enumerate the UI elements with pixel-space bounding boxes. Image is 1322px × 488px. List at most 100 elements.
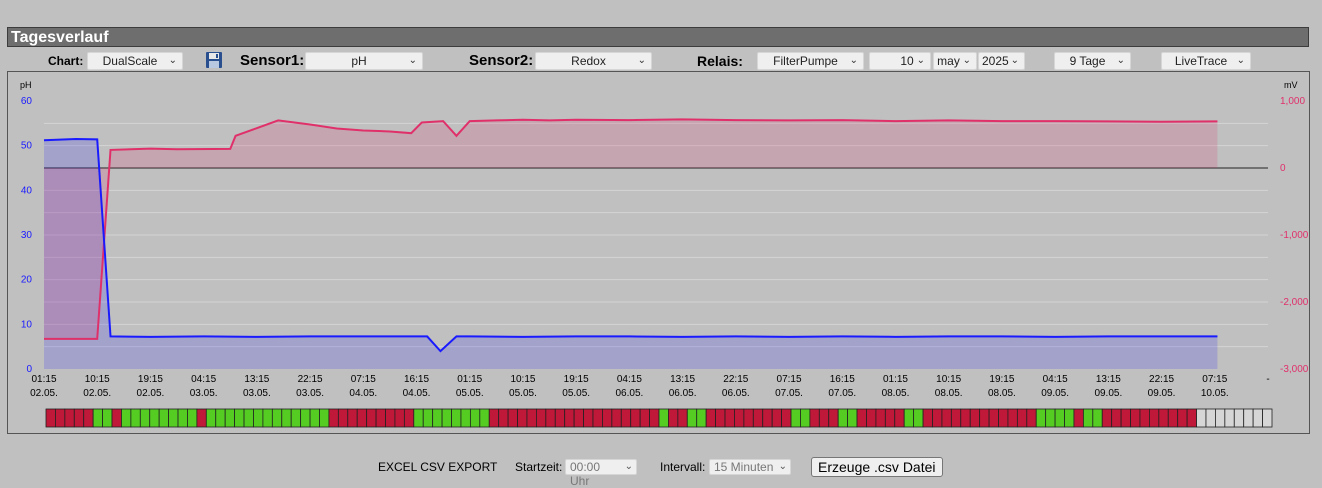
relay-state-cell — [1252, 408, 1263, 428]
relay-state-cell — [375, 408, 386, 428]
x-tick-date: 03.05. — [190, 388, 218, 399]
relay-state-cell — [1054, 408, 1065, 428]
x-tick-time: 01:15 — [883, 374, 908, 385]
relay-state-cell — [149, 408, 160, 428]
month-select[interactable]: may ⌄ — [933, 52, 977, 70]
x-tick-date: 06.05. — [722, 388, 750, 399]
relay-state-cell — [366, 408, 377, 428]
x-tick-time: 16:15 — [830, 374, 855, 385]
relay-state-cell — [441, 408, 452, 428]
chevron-down-icon: ⌄ — [916, 55, 925, 66]
relay-state-cell — [385, 408, 396, 428]
x-tick-date: 10.05. — [1201, 388, 1229, 399]
relay-state-cell — [1092, 408, 1103, 428]
relay-state-cell — [592, 408, 603, 428]
relay-state-cell — [677, 408, 688, 428]
right-tick-label: 0 — [1280, 163, 1286, 174]
relay-state-cell — [488, 408, 500, 428]
chevron-down-icon: ⌄ — [168, 55, 177, 66]
relay-state-cell — [686, 408, 698, 428]
range-value: 9 Tage — [1069, 54, 1106, 68]
relay-state-cell — [271, 408, 283, 428]
day-select[interactable]: 10 ⌄ — [869, 52, 931, 70]
relay-state-cell — [602, 408, 613, 428]
x-tick-time: 01:15 — [31, 374, 56, 385]
relay-state-cell — [1101, 408, 1113, 428]
relay-state-cell — [422, 408, 434, 428]
relay-state-cell — [1196, 408, 1207, 428]
x-tick-time: 19:15 — [138, 374, 163, 385]
chevron-down-icon: ⌄ — [637, 55, 646, 66]
relay-state-cell — [913, 408, 924, 428]
chart-type-select[interactable]: DualScale ⌄ — [87, 52, 183, 70]
relay-state-cell — [715, 408, 726, 428]
start-time-value: 00:00 Uhr — [570, 460, 601, 488]
relay-state-cell — [1139, 408, 1150, 428]
dual-scale-chart[interactable]: pH mV0102030405060-3,000-2,000-1,00001,00… — [8, 72, 1309, 433]
left-axis-title: pH — [20, 80, 32, 90]
relay-state-cell — [969, 408, 981, 428]
x-tick-time: 16:15 — [404, 374, 429, 385]
relay-state-cell — [941, 408, 952, 428]
relais-select[interactable]: FilterPumpe ⌄ — [757, 52, 864, 70]
x-tick-date: 02.05. — [30, 388, 58, 399]
relay-state-cell — [205, 408, 217, 428]
x-tick-time: 19:15 — [989, 374, 1014, 385]
relay-state-cell — [828, 408, 839, 428]
relay-state-cell — [262, 408, 273, 428]
x-tick-date: 09.05. — [1094, 388, 1122, 399]
relay-state-cell — [630, 408, 641, 428]
relay-state-cell — [950, 408, 962, 428]
relay-state-cell — [884, 408, 896, 428]
relay-state-cell — [92, 408, 103, 428]
relay-state-cell — [903, 408, 915, 428]
sensor1-select[interactable]: pH ⌄ — [305, 52, 423, 70]
relay-state-cell — [1045, 408, 1056, 428]
relay-state-cell — [168, 408, 179, 428]
relay-state-cell — [847, 408, 858, 428]
relay-state-cell — [55, 408, 66, 428]
sensor2-select[interactable]: Redox ⌄ — [535, 52, 652, 70]
left-tick-label: 60 — [21, 96, 33, 107]
relay-state-cell — [564, 408, 575, 428]
relay-state-cell — [545, 408, 556, 428]
relay-state-cell — [649, 408, 660, 428]
relay-state-cell — [734, 408, 745, 428]
relay-state-cell — [1082, 408, 1094, 428]
right-tick-label: 1,000 — [1280, 96, 1305, 107]
relay-state-cell — [83, 408, 94, 428]
relay-state-cell — [988, 408, 999, 428]
x-tick-date: 08.05. — [935, 388, 963, 399]
x-tick-time: 22:15 — [723, 374, 748, 385]
save-icon[interactable] — [205, 51, 223, 69]
relay-state-cell — [658, 408, 669, 428]
x-tick-date: 08.05. — [882, 388, 910, 399]
relay-state-cell — [451, 408, 462, 428]
x-tick-time: 13:15 — [244, 374, 269, 385]
left-tick-label: 30 — [21, 230, 33, 241]
interval-select[interactable]: 15 Minuten ⌄ — [709, 459, 791, 475]
relay-state-cell — [781, 408, 792, 428]
relay-state-cell — [64, 408, 75, 428]
chart-type-label: Chart: — [48, 54, 84, 68]
x-tick-date: 05.05. — [562, 388, 590, 399]
x-tick-date: 07.05. — [828, 388, 856, 399]
sensor2-value: Redox — [571, 54, 606, 68]
x-tick-time: - — [1266, 374, 1269, 385]
create-csv-button[interactable]: Erzeuge .csv Datei — [811, 457, 943, 477]
start-time-select[interactable]: 00:00 Uhr ⌄ — [565, 459, 637, 488]
relay-state-cell — [998, 408, 1009, 428]
mode-select[interactable]: LiveTrace ⌄ — [1161, 52, 1251, 70]
relay-state-cell — [771, 408, 783, 428]
relay-state-cell — [1073, 408, 1084, 428]
year-select[interactable]: 2025 ⌄ — [978, 52, 1025, 70]
relay-state-cell — [73, 408, 85, 428]
relay-state-cell — [517, 408, 528, 428]
chevron-down-icon: ⌄ — [1116, 55, 1125, 66]
relay-state-cell — [960, 408, 971, 428]
relay-state-cell — [215, 408, 226, 428]
x-tick-date: 05.05. — [456, 388, 484, 399]
relay-state-cell — [743, 408, 754, 428]
x-tick-time: 13:15 — [670, 374, 695, 385]
range-select[interactable]: 9 Tage ⌄ — [1054, 52, 1131, 70]
